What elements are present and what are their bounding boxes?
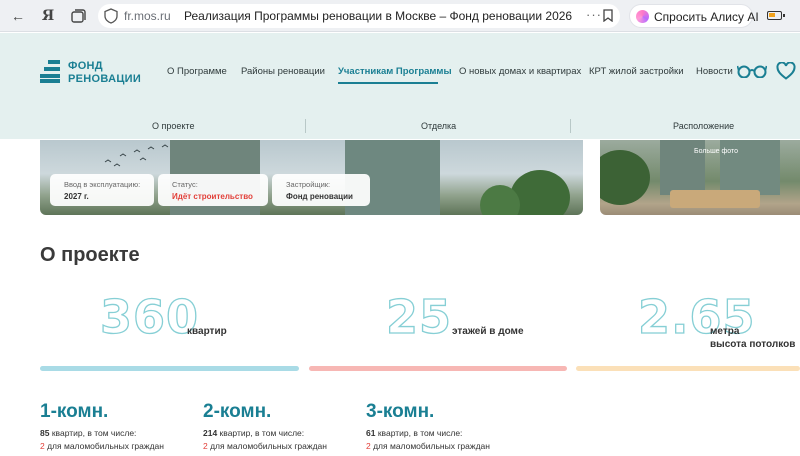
tree-decoration (600, 150, 650, 205)
room-title-1: 1-комн. (40, 401, 109, 422)
nav-rayony-renovacii[interactable]: Районы реновации (241, 66, 325, 77)
info-value: Фонд реновации (286, 192, 353, 201)
room-accessible-line: 2 для маломобильных граждан (203, 441, 327, 451)
info-label: Ввод в эксплуатацию: (64, 180, 141, 189)
stat-number-floors: 25 (385, 290, 453, 344)
subnav-o-proekte[interactable]: О проекте (152, 121, 194, 131)
room-count: 214 (203, 428, 218, 438)
room-count-suffix: квартир, в том числе: (217, 428, 305, 438)
status-badge: Идёт строительство (172, 192, 253, 201)
accessibility-glasses-icon[interactable] (737, 64, 767, 78)
room-count-line: 214 квартир, в том числе: (203, 428, 304, 438)
active-nav-underline (338, 82, 438, 84)
back-arrow-icon[interactable]: ← (10, 8, 26, 24)
more-options-icon[interactable]: ··· (586, 7, 602, 22)
info-label: Статус: (172, 180, 198, 189)
room-title-2: 2-комн. (203, 401, 272, 422)
yandex-logo-icon[interactable]: Я (40, 8, 56, 24)
fond-renovacii-logo[interactable]: ФОНД РЕНОВАЦИИ (40, 58, 160, 92)
ask-alice-label: Спросить Алису AI (654, 10, 759, 24)
subnav-raspolozhenie[interactable]: Расположение (673, 121, 734, 131)
site-header: ФОНД РЕНОВАЦИИ О Программе Районы ренова… (0, 33, 800, 139)
accessible-suffix: для маломобильных граждан (370, 441, 490, 451)
info-label: Застройщик: (286, 180, 331, 189)
room-count-line: 61 квартир, в том числе: (366, 428, 462, 438)
room-count-suffix: квартир, в том числе: (375, 428, 463, 438)
favorites-heart-icon[interactable] (776, 62, 796, 80)
room-accessible-line: 2 для маломобильных граждан (366, 441, 490, 451)
bookmark-icon[interactable] (603, 9, 613, 22)
stat-bar-pink (309, 366, 567, 371)
info-value: 2027 г. (64, 192, 89, 201)
room-title-3: 3-комн. (366, 401, 435, 422)
logo-mark-icon (40, 60, 60, 83)
stat-label-ceiling-line2: высота потолков (710, 339, 796, 350)
alice-icon (636, 10, 649, 23)
info-card-status: Статус: Идёт строительство (158, 174, 268, 206)
nav-krt-zhiloy-zastroyki[interactable]: КРТ жилой застройки (589, 66, 684, 77)
nav-o-novyh-domah[interactable]: О новых домах и квартирах (459, 66, 581, 77)
section-title-o-proekte: О проекте (40, 244, 140, 266)
more-photos-link[interactable]: Больше фото (694, 148, 738, 155)
logo-line-2: РЕНОВАЦИИ (68, 73, 142, 85)
room-count-line: 85 квартир, в том числе: (40, 428, 136, 438)
logo-line-1: ФОНД (68, 60, 103, 72)
nav-o-programme[interactable]: О Программе (167, 66, 227, 77)
page-title-in-address: Реализация Программы реновации в Москве … (184, 9, 573, 23)
nav-novosti[interactable]: Новости (696, 66, 733, 77)
stat-bar-blue (40, 366, 299, 371)
room-count-suffix: квартир, в том числе: (49, 428, 137, 438)
info-card-developer: Застройщик: Фонд реновации (272, 174, 370, 206)
stat-label-ceiling-line1: метра (710, 326, 740, 337)
room-accessible-line: 2 для маломобильных граждан (40, 441, 164, 451)
browser-toolbar: ← Я fr.mos.ru Реализация Программы ренов… (0, 0, 800, 32)
accessible-suffix: для маломобильных граждан (207, 441, 327, 451)
battery-icon (767, 11, 785, 20)
subnav-divider (570, 119, 571, 133)
address-bar[interactable]: fr.mos.ru Реализация Программы реновации… (98, 4, 620, 28)
stat-bar-beige (576, 366, 800, 371)
info-card-commissioning: Ввод в эксплуатацию: 2027 г. (50, 174, 154, 206)
ask-alice-button[interactable]: Спросить Алису AI (629, 4, 759, 28)
stat-number-apartments: 360 (99, 290, 200, 344)
subnav-divider (305, 119, 306, 133)
stat-label-floors: этажей в доме (452, 326, 524, 337)
nav-uchastnikam-programmy[interactable]: Участникам Программы (338, 66, 452, 77)
address-domain: fr.mos.ru (124, 9, 171, 23)
logo-text: ФОНД РЕНОВАЦИИ (68, 60, 141, 86)
stat-label-ceiling: метра высота потолков (710, 325, 795, 351)
playground-decoration (670, 190, 760, 208)
accessible-suffix: для маломобильных граждан (44, 441, 164, 451)
stat-label-apartments: квартир (187, 326, 227, 337)
shield-icon (104, 8, 118, 24)
subnav-otdelka[interactable]: Отделка (421, 121, 456, 131)
tabs-stack-icon[interactable] (70, 8, 86, 24)
